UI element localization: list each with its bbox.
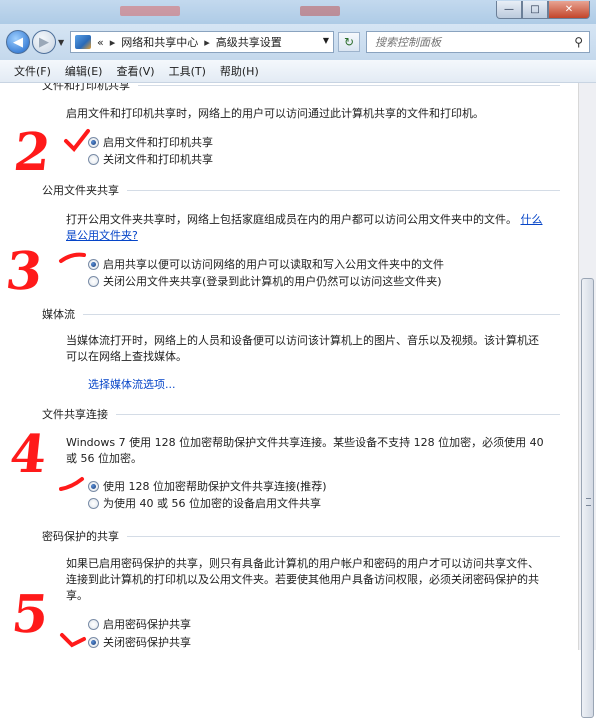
radio-label: 启用文件和打印机共享 — [103, 136, 213, 149]
radio-label: 启用密码保护共享 — [103, 618, 191, 631]
annotation-checkmark — [60, 633, 86, 648]
section-header-public-folder: 公用文件夹共享 — [42, 182, 560, 198]
address-dropdown[interactable]: ▼ — [323, 36, 329, 45]
radio-label: 使用 128 位加密帮助保护文件共享连接(推荐) — [103, 480, 327, 493]
recent-pages-dropdown[interactable]: ▼ — [58, 38, 64, 47]
section-header-media-streaming: 媒体流 — [42, 306, 560, 322]
arrow-left-icon: ◀ — [13, 34, 23, 50]
menu-help[interactable]: 帮助(H) — [213, 63, 266, 79]
control-panel-icon — [75, 35, 91, 49]
radio-button[interactable] — [88, 618, 99, 630]
what-is-public-folder-link[interactable]: 什么 — [521, 213, 543, 226]
address-toolbar: ◀ ▶ ▼ « ▸ 网络和共享中心 ▸ 高级共享设置 ▼ ↻ ⚲ — [0, 24, 596, 60]
section-title: 密码保护的共享 — [42, 530, 119, 543]
choose-media-streaming-options-link[interactable]: 选择媒体流选项... — [88, 376, 176, 392]
annotation-dash — [59, 477, 84, 491]
radio-use-128bit-encryption[interactable]: 使用 128 位加密帮助保护文件共享连接(推荐) — [88, 478, 327, 494]
radio-button[interactable] — [88, 480, 99, 492]
search-box[interactable]: ⚲ — [366, 31, 590, 53]
annotation-number-5: 5 — [8, 584, 52, 645]
annotation-checkmark — [64, 129, 90, 153]
divider — [83, 313, 560, 315]
minimize-button[interactable]: — — [496, 1, 522, 19]
section-title: 文件共享连接 — [42, 408, 108, 421]
window-controls: — □ ✕ — [496, 1, 590, 19]
maximize-button[interactable]: □ — [522, 1, 548, 19]
section-description: 启用文件和打印机共享时，网络上的用户可以访问通过此计算机共享的文件和打印机。 — [66, 107, 484, 120]
scrollbar-thumb[interactable] — [581, 278, 594, 718]
menu-bar: 文件(F) 编辑(E) 查看(V) 工具(T) 帮助(H) — [0, 60, 596, 83]
radio-button[interactable] — [88, 275, 99, 287]
section-title: 公用文件夹共享 — [42, 184, 119, 197]
radio-button[interactable] — [88, 258, 99, 270]
section-title: 文件和打印机共享 — [42, 83, 130, 92]
what-is-public-folder-link[interactable]: 是公用文件夹? — [66, 229, 138, 242]
section-header-file-sharing-connections: 文件共享连接 — [42, 406, 560, 422]
search-input[interactable] — [373, 34, 557, 50]
breadcrumb-separator[interactable]: ▸ — [204, 36, 210, 49]
refresh-button[interactable]: ↻ — [338, 32, 360, 52]
radio-label: 启用共享以便可以访问网络的用户可以读取和写入公用文件夹中的文件 — [103, 258, 444, 271]
radio-label: 为使用 40 或 56 位加密的设备启用文件共享 — [103, 497, 321, 510]
section-description: 打开公用文件夹共享时，网络上包括家庭组成员在内的用户都可以访问公用文件夹中的文件… — [66, 213, 543, 242]
breadcrumb-network-center[interactable]: 网络和共享中心 — [121, 34, 198, 50]
divider — [116, 413, 560, 415]
radio-label: 关闭密码保护共享 — [103, 636, 191, 649]
chevron-down-icon: ▼ — [322, 36, 329, 45]
scrollbar-grip-icon — [586, 498, 591, 506]
vertical-scrollbar[interactable] — [578, 83, 596, 718]
section-description: Windows 7 使用 128 位加密帮助保护文件共享连接。某些设备不支持 1… — [66, 436, 544, 465]
radio-enable-40-56bit-encryption[interactable]: 为使用 40 或 56 位加密的设备启用文件共享 — [88, 495, 321, 511]
radio-label: 关闭公用文件夹共享(登录到此计算机的用户仍然可以访问这些文件夹) — [103, 275, 442, 288]
breadcrumb-advanced-sharing[interactable]: 高级共享设置 — [216, 34, 282, 50]
radio-disable-public-folder-sharing[interactable]: 关闭公用文件夹共享(登录到此计算机的用户仍然可以访问这些文件夹) — [88, 273, 442, 289]
address-bar[interactable]: « ▸ 网络和共享中心 ▸ 高级共享设置 ▼ — [70, 31, 334, 53]
radio-label: 关闭文件和打印机共享 — [103, 153, 213, 166]
radio-disable-file-printer-sharing[interactable]: 关闭文件和打印机共享 — [88, 151, 213, 167]
divider — [138, 84, 560, 86]
title-bar-blur — [300, 6, 340, 16]
section-header-file-printer: 文件和打印机共享 — [42, 83, 560, 93]
annotation-number-3: 3 — [2, 241, 46, 302]
section-description: 当媒体流打开时，网络上的人员和设备便可以访问该计算机上的图片、音乐以及视频。该计… — [66, 334, 539, 363]
title-bar-blur — [120, 6, 180, 16]
close-button[interactable]: ✕ — [548, 1, 590, 19]
radio-enable-file-printer-sharing[interactable]: 启用文件和打印机共享 — [88, 134, 213, 150]
section-title: 媒体流 — [42, 308, 75, 321]
settings-content: 文件和打印机共享 启用文件和打印机共享时，网络上的用户可以访问通过此计算机共享的… — [0, 83, 578, 650]
radio-enable-public-folder-sharing[interactable]: 启用共享以便可以访问网络的用户可以读取和写入公用文件夹中的文件 — [88, 256, 444, 272]
arrow-right-icon: ▶ — [39, 34, 49, 50]
radio-button[interactable] — [88, 497, 99, 509]
menu-tools[interactable]: 工具(T) — [162, 63, 213, 79]
section-header-password-protected-sharing: 密码保护的共享 — [42, 528, 560, 544]
radio-enable-password-protection[interactable]: 启用密码保护共享 — [88, 616, 191, 632]
divider — [127, 535, 560, 537]
section-description: 如果已启用密码保护的共享，则只有具备此计算机的用户帐户和密码的用户才可以访问共享… — [66, 557, 539, 602]
menu-view[interactable]: 查看(V) — [109, 63, 161, 79]
radio-disable-password-protection[interactable]: 关闭密码保护共享 — [88, 634, 191, 650]
menu-file[interactable]: 文件(F) — [0, 63, 58, 79]
divider — [127, 189, 560, 191]
back-button[interactable]: ◀ — [6, 30, 30, 54]
breadcrumb-separator[interactable]: ▸ — [110, 36, 116, 49]
search-icon[interactable]: ⚲ — [574, 35, 583, 49]
annotation-dash — [59, 252, 86, 263]
forward-button[interactable]: ▶ — [32, 30, 56, 54]
title-bar: — □ ✕ — [0, 0, 596, 24]
chevron-down-icon: ▼ — [58, 38, 65, 47]
annotation-number-4: 4 — [6, 424, 50, 485]
menu-edit[interactable]: 编辑(E) — [58, 63, 110, 79]
refresh-icon: ↻ — [343, 35, 355, 49]
breadcrumb-overflow[interactable]: « — [97, 36, 104, 49]
annotation-number-2: 2 — [10, 122, 54, 183]
